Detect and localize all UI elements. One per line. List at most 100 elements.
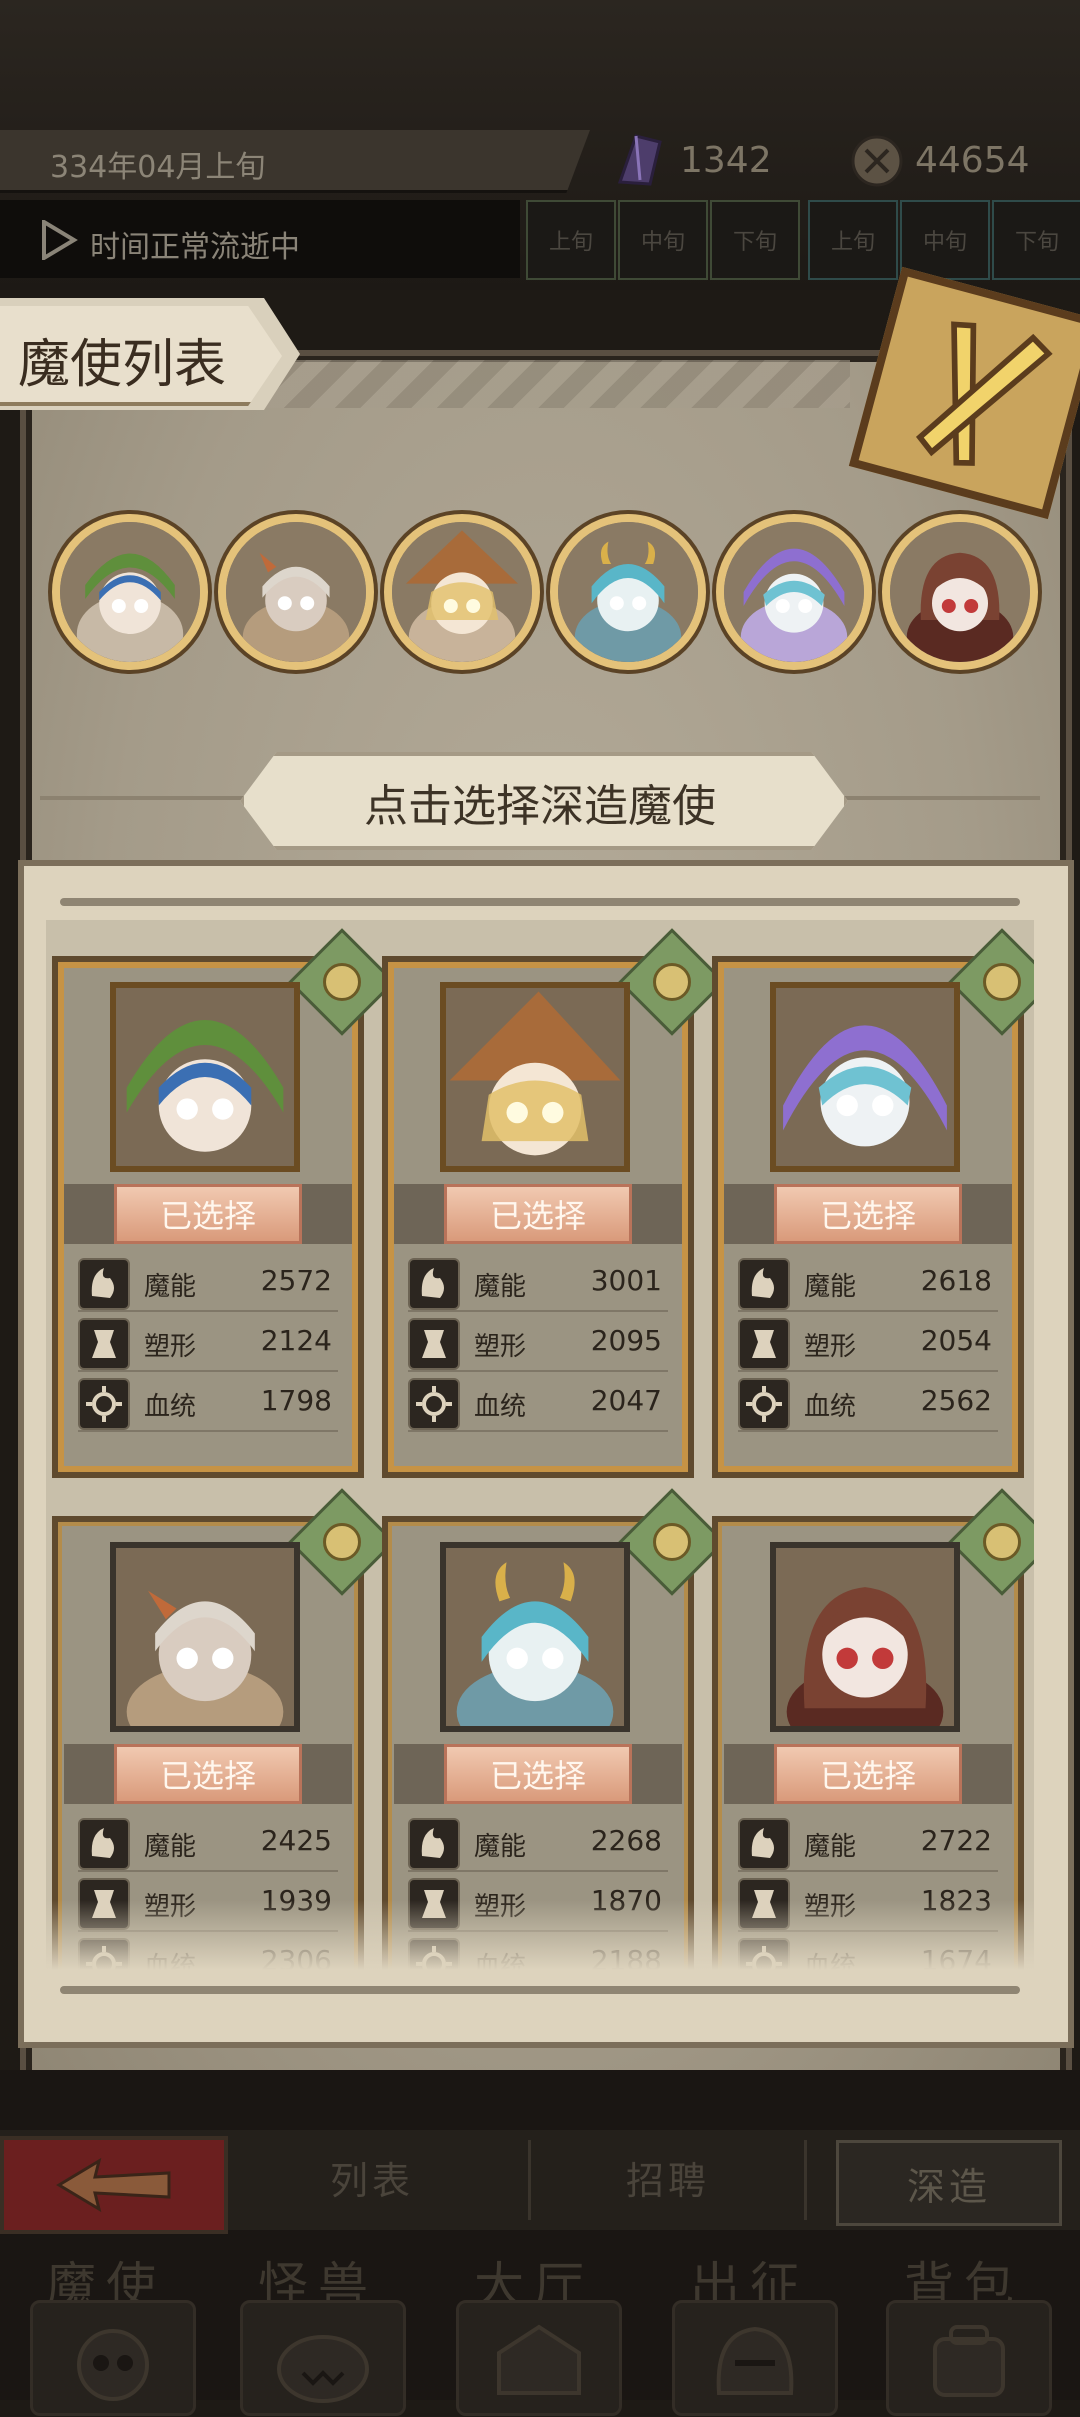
- scroll-rod-bottom: [60, 1986, 1020, 1994]
- page-title: 魔使列表: [18, 335, 227, 395]
- stat-label: 魔能: [474, 1272, 527, 1302]
- stat-value: 2268: [590, 1824, 662, 1857]
- crossed-swords-icon: [915, 321, 1053, 466]
- nav-backpack-button[interactable]: [886, 2300, 1052, 2416]
- stat-row: 魔能 2268: [408, 1814, 668, 1872]
- bloodline-icon: [738, 1378, 790, 1430]
- stat-value: 1798: [260, 1384, 332, 1417]
- stat-row: 魔能 3001: [408, 1254, 668, 1312]
- badge-icon: [618, 928, 726, 1036]
- time-status-label: 时间正常流逝中: [90, 230, 300, 265]
- back-button[interactable]: [0, 2136, 228, 2234]
- card-grid[interactable]: 已选择 魔能 2572 塑形 2124 血统 1798 已选择 魔能 3001: [46, 920, 1034, 1970]
- stat-label: 血统: [474, 1392, 527, 1422]
- portrait: [440, 982, 630, 1172]
- stat-value: 2124: [260, 1324, 332, 1357]
- badge-icon: [618, 1488, 726, 1596]
- magic-power-icon: [78, 1818, 130, 1870]
- character-card[interactable]: 已选择 魔能 2618 塑形 2054 血统 2562: [712, 928, 1034, 1478]
- stat-label: 塑形: [804, 1332, 857, 1362]
- tab-list[interactable]: 列表: [330, 2150, 414, 2205]
- period-late[interactable]: 下旬: [710, 200, 800, 280]
- stat-label: 血统: [144, 1392, 197, 1422]
- nav-hall-button[interactable]: [456, 2300, 622, 2416]
- stat-value: 2054: [920, 1324, 992, 1357]
- stat-label: 魔能: [144, 1832, 197, 1862]
- stat-row: 魔能 2572: [78, 1254, 338, 1312]
- period-early-next[interactable]: 上旬: [808, 200, 898, 280]
- tab-recruit[interactable]: 招聘: [626, 2150, 710, 2205]
- selected-button[interactable]: 已选择: [444, 1184, 632, 1244]
- magic-power-icon: [408, 1258, 460, 1310]
- portrait: [440, 1542, 630, 1732]
- banner-line-left: [40, 796, 250, 800]
- avatar-2[interactable]: [218, 514, 374, 670]
- stat-row: 塑形 2124: [78, 1314, 338, 1372]
- hall-icon: [497, 2324, 581, 2395]
- coin-count: 44654: [915, 140, 1030, 181]
- stat-label: 魔能: [474, 1832, 527, 1862]
- stat-value: 2425: [260, 1824, 332, 1857]
- instruction-text: 点击选择深造魔使: [364, 781, 716, 832]
- coin-icon: [850, 134, 904, 188]
- avatar-6[interactable]: [882, 514, 1038, 670]
- stat-row: 魔能 2618: [738, 1254, 998, 1312]
- stat-row: 血统 2562: [738, 1374, 998, 1432]
- portrait: [110, 1542, 300, 1732]
- back-arrow-icon: [56, 2157, 171, 2213]
- magic-power-icon: [78, 1258, 130, 1310]
- skull-icon: [77, 2329, 149, 2401]
- character-card[interactable]: 已选择 魔能 2572 塑形 2124 血统 1798: [52, 928, 396, 1478]
- play-icon[interactable]: [40, 218, 78, 262]
- avatar-3[interactable]: [384, 514, 540, 670]
- stat-value: 2095: [590, 1324, 662, 1357]
- selected-button[interactable]: 已选择: [114, 1184, 302, 1244]
- stat-value: 2722: [920, 1824, 992, 1857]
- portrait: [110, 982, 300, 1172]
- selected-button[interactable]: 已选择: [774, 1184, 962, 1244]
- selected-button[interactable]: 已选择: [114, 1744, 302, 1804]
- date-label: 334年04月上旬: [50, 150, 266, 185]
- stat-label: 血统: [804, 1392, 857, 1422]
- nav-mage-button[interactable]: [30, 2300, 196, 2416]
- shaping-icon: [738, 1318, 790, 1370]
- nav-monster-button[interactable]: [240, 2300, 406, 2416]
- tab-advance[interactable]: 深造: [836, 2140, 1062, 2226]
- period-selector-next[interactable]: 上旬 中旬 下旬: [808, 200, 1080, 280]
- badge-icon: [948, 928, 1034, 1036]
- tab-divider: [804, 2140, 807, 2220]
- period-selector-current[interactable]: 上旬 中旬 下旬: [526, 200, 802, 280]
- stat-label: 塑形: [474, 1332, 527, 1362]
- stat-row: 魔能 2425: [78, 1814, 338, 1872]
- stat-label: 魔能: [804, 1832, 857, 1862]
- stat-value: 2562: [920, 1384, 992, 1417]
- period-early[interactable]: 上旬: [526, 200, 616, 280]
- badge-icon: [948, 1488, 1034, 1596]
- avatar-4[interactable]: [550, 514, 706, 670]
- character-card[interactable]: 已选择 魔能 3001 塑形 2095 血统 2047: [382, 928, 726, 1478]
- period-mid[interactable]: 中旬: [618, 200, 708, 280]
- scroll-fade: [46, 1900, 1034, 1970]
- avatar-5[interactable]: [716, 514, 872, 670]
- monster-icon: [277, 2335, 369, 2403]
- stat-value: 3001: [590, 1264, 662, 1297]
- backpack-icon: [933, 2325, 1005, 2397]
- banner-line-right: [830, 796, 1040, 800]
- avatar-1[interactable]: [52, 514, 208, 670]
- selected-button[interactable]: 已选择: [774, 1744, 962, 1804]
- stat-row: 血统 1798: [78, 1374, 338, 1432]
- portrait: [770, 982, 960, 1172]
- stat-row: 血统 2047: [408, 1374, 668, 1432]
- selected-button[interactable]: 已选择: [444, 1744, 632, 1804]
- period-late-next[interactable]: 下旬: [992, 200, 1080, 280]
- stat-label: 魔能: [804, 1272, 857, 1302]
- badge-icon: [288, 928, 396, 1036]
- helmet-icon: [716, 2326, 794, 2395]
- stat-label: 塑形: [144, 1332, 197, 1362]
- nav-expedition-button[interactable]: [672, 2300, 838, 2416]
- stat-row: 塑形 2095: [408, 1314, 668, 1372]
- period-mid-next[interactable]: 中旬: [900, 200, 990, 280]
- magic-power-icon: [738, 1818, 790, 1870]
- magic-power-icon: [408, 1818, 460, 1870]
- stat-label: 魔能: [144, 1272, 197, 1302]
